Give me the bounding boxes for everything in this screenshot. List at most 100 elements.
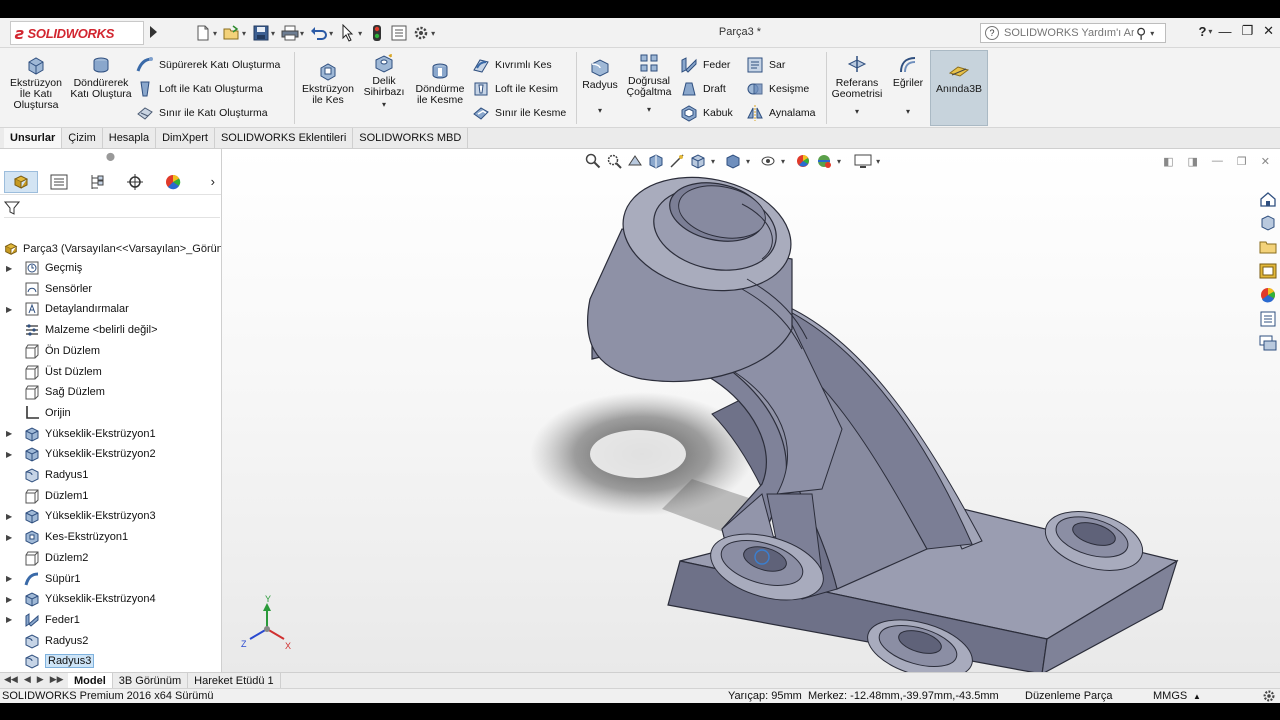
lofted-cut-button[interactable]: Loft ile Kesim [472,80,558,98]
tree-item[interactable]: Düzlem1 [6,486,88,506]
search-icon[interactable]: ⚲ [1136,25,1146,42]
minimize-icon[interactable]: — [1218,24,1231,39]
draft-button[interactable]: Draft [680,80,726,98]
close-icon[interactable]: ✕ [1263,23,1274,39]
intersect-button[interactable]: Kesişme [746,80,809,98]
tab-sketch[interactable]: Çizim [62,128,103,148]
tab-addins[interactable]: SOLIDWORKS Eklentileri [215,128,354,148]
tree-item[interactable]: Ön Düzlem [6,341,100,361]
open-document-icon[interactable] [223,24,241,42]
save-dropdown-icon[interactable]: ▾ [271,29,275,38]
extruded-cut-button[interactable]: Ekstrüzyon ile Kes [300,60,356,106]
swept-cut-button[interactable]: Kıvrımlı Kes [472,56,552,74]
tree-item[interactable]: Sağ Düzlem [6,382,105,402]
view-palette-icon[interactable] [1258,261,1278,281]
tree-item[interactable]: Radyus3 [6,651,95,671]
reference-geometry-dropdown-icon[interactable]: ▾ [855,106,859,117]
appearances-icon[interactable] [1258,285,1278,305]
status-units[interactable]: MMGS [1153,690,1187,702]
swept-boss-button[interactable]: Süpürerek Katı Oluşturma [136,56,280,74]
options-gear-icon[interactable] [412,24,430,42]
curves-button[interactable]: Eğriler ▾ [888,54,928,117]
help-search-box[interactable]: ? ⚲ ▾ [980,23,1166,43]
next-tab-icon[interactable]: ▶ [37,674,44,685]
shell-button[interactable]: Kabuk [680,104,733,122]
filter-icon[interactable] [4,200,20,216]
tab-3d-view[interactable]: 3B Görünüm [113,673,189,688]
search-dropdown-icon[interactable]: ▾ [1150,29,1154,38]
revolved-boss-button[interactable]: Döndürerek Katı Oluştura [70,54,132,100]
tree-item[interactable]: ▶ Yükseklik-Ekstrüzyon3 [6,506,156,526]
rebuild-icon[interactable] [368,24,386,42]
tab-dimxpert[interactable]: DimXpert [156,128,215,148]
curves-dropdown-icon[interactable]: ▾ [906,106,910,117]
last-tab-icon[interactable]: ▶▶ [50,674,64,685]
select-cursor-icon[interactable] [339,24,357,42]
mirror-button[interactable]: Aynalama [746,104,816,122]
dimxpert-manager-tab[interactable] [118,171,152,193]
save-icon[interactable] [252,24,270,42]
graphics-area[interactable]: ▾ ▾ ▾ ▾ ▾ ◧ ◨ — ❐ ✕ Y X Z [222,149,1280,672]
panel-grip-icon[interactable]: ⬤ [106,152,115,161]
tree-item[interactable]: ▶ Feder1 [6,610,80,630]
tree-item[interactable]: Orijin [6,403,71,423]
custom-properties-icon[interactable] [1258,309,1278,329]
undo-dropdown-icon[interactable]: ▾ [329,29,333,38]
prev-tab-icon[interactable]: ◀ [24,674,31,685]
hole-wizard-button[interactable]: Delik Sihirbazı ▾ [360,52,408,110]
tab-features[interactable]: Unsurlar [4,128,63,148]
tree-item[interactable]: Radyus2 [6,631,88,651]
tree-item[interactable]: ▶ Kes-Ekstrüzyon1 [6,527,128,547]
hole-wizard-dropdown-icon[interactable]: ▾ [382,99,386,110]
part-model-render[interactable]: Y X Z [222,149,1280,672]
revolved-cut-button[interactable]: Döndürme ile Kesme [412,60,468,106]
boundary-cut-button[interactable]: Sınır ile Kesme [472,104,566,122]
tree-item[interactable]: Düzlem2 [6,548,88,568]
help-search-input[interactable] [1004,27,1134,39]
expand-arrow-icon[interactable]: ▶ [6,574,16,583]
fillet-dropdown-icon[interactable]: ▾ [598,105,602,116]
select-dropdown-icon[interactable]: ▾ [358,29,362,38]
expand-arrow-icon[interactable]: ▶ [6,595,16,604]
customize-status-icon[interactable] [1262,689,1276,703]
tree-item[interactable]: Radyus1 [6,465,88,485]
panel-more-arrow-icon[interactable]: › [211,174,215,189]
linear-pattern-button[interactable]: Doğrusal Çoğaltma ▾ [624,52,674,115]
linear-pattern-dropdown-icon[interactable]: ▾ [647,104,651,115]
tree-item[interactable]: ▶ Detaylandırmalar [6,299,129,319]
lofted-boss-button[interactable]: Loft ile Katı Oluşturma [136,80,263,98]
expand-arrow-icon[interactable]: ▶ [6,429,16,438]
expand-arrow-icon[interactable]: ▶ [6,512,16,521]
tab-model[interactable]: Model [68,673,113,688]
solidworks-logo[interactable]: ƨ SOLIDWORKS [10,21,144,45]
expand-arrow-icon[interactable]: ▶ [6,533,16,542]
expand-arrow-icon[interactable]: ▶ [6,450,16,459]
expand-arrow-icon[interactable]: ▶ [6,264,16,273]
print-icon[interactable] [281,24,299,42]
expand-arrow-icon[interactable]: ▶ [6,305,16,314]
boundary-boss-button[interactable]: Sınır ile Katı Oluşturma [136,104,268,122]
reference-geometry-button[interactable]: Referans Geometrisi ▾ [830,54,884,117]
tree-item[interactable]: ▶ Süpür1 [6,569,80,589]
menu-expand-arrow-icon[interactable] [150,26,157,38]
extruded-boss-button[interactable]: Ekstrüzyon İle Katı Oluştursa [6,54,66,111]
display-manager-tab[interactable] [156,171,190,193]
help-dropdown-icon[interactable]: ▾ [1208,27,1212,36]
tab-mbd[interactable]: SOLIDWORKS MBD [353,128,469,148]
file-properties-icon[interactable] [390,24,408,42]
fillet-button[interactable]: Radyus ▾ [580,56,620,116]
open-dropdown-icon[interactable]: ▾ [242,29,246,38]
configuration-manager-tab[interactable] [80,171,114,193]
property-manager-tab[interactable] [42,171,76,193]
tree-item[interactable]: Sensörler [6,279,92,299]
tree-item[interactable]: ▶ Yükseklik-Ekstrüzyon1 [6,424,156,444]
rib-button[interactable]: Feder [680,56,730,74]
forum-icon[interactable] [1258,333,1278,353]
tree-item[interactable]: Üst Düzlem [6,362,102,382]
feature-manager-tab[interactable] [4,170,38,193]
tree-root-part[interactable]: Parça3 (Varsayılan<<Varsayılan>_Görün [3,240,221,258]
options-dropdown-icon[interactable]: ▾ [431,29,435,38]
undo-icon[interactable] [310,24,328,42]
print-dropdown-icon[interactable]: ▾ [300,29,304,38]
tab-motion-study[interactable]: Hareket Etüdü 1 [188,673,281,688]
